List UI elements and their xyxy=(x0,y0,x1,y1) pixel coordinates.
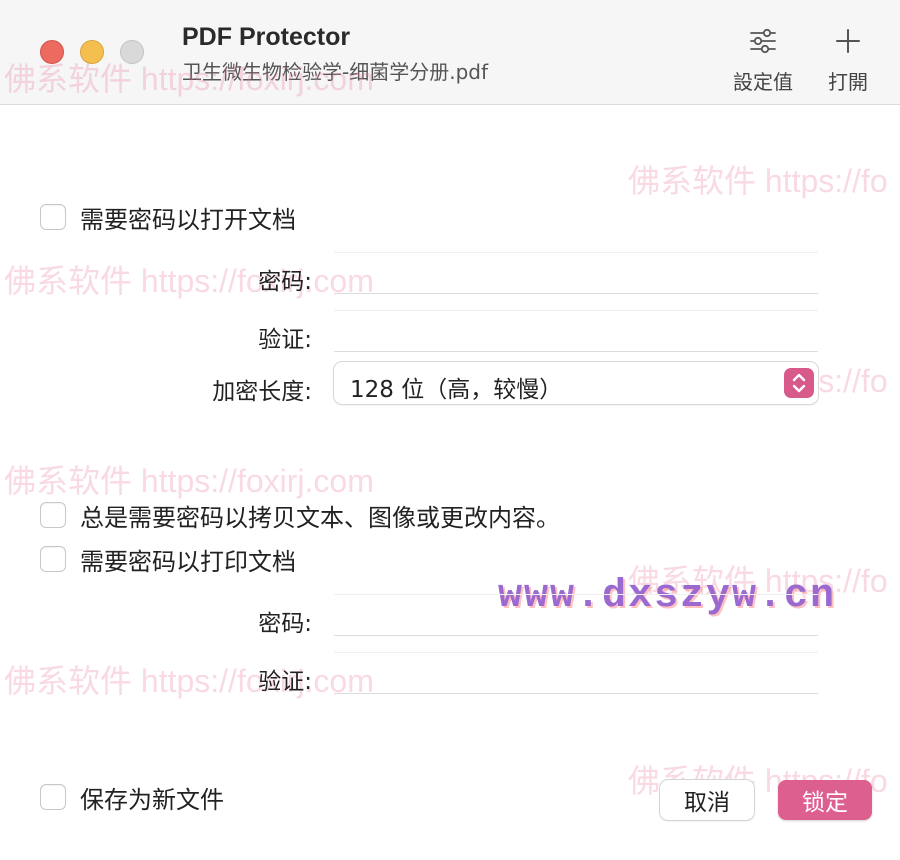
cancel-button[interactable]: 取消 xyxy=(660,780,754,820)
encryption-length-select[interactable]: 128 位（高，较慢） xyxy=(334,362,818,404)
plus-icon xyxy=(836,29,860,53)
sliders-icon xyxy=(750,28,776,54)
select-arrows-icon xyxy=(784,368,814,398)
settings-label: 設定值 xyxy=(733,70,793,94)
encryption-length-value: 128 位（高，较慢） xyxy=(350,377,563,403)
watermark-text: 佛系软件 https://foxirj.com xyxy=(4,263,374,299)
app-title: PDF Protector xyxy=(182,23,351,51)
open-password-input[interactable] xyxy=(334,252,818,294)
save-as-new-file-checkbox[interactable] xyxy=(40,784,66,810)
open-verify-input[interactable] xyxy=(334,310,818,352)
require-open-password-checkbox[interactable] xyxy=(40,204,66,230)
require-copy-password-label: 总是需要密码以拷贝文本、图像或更改内容。 xyxy=(80,503,560,532)
require-copy-password-checkbox[interactable] xyxy=(40,502,66,528)
require-print-password-option[interactable]: 需要密码以打印文档 xyxy=(40,544,296,576)
watermark-text: 佛系软件 https://foxirj.com xyxy=(4,463,374,499)
watermark-text: 佛系软件 https://foxirj.com xyxy=(4,61,374,97)
require-print-password-label: 需要密码以打印文档 xyxy=(80,547,296,576)
print-password-label: 密码: xyxy=(258,611,312,637)
print-verify-input[interactable] xyxy=(334,652,818,694)
require-copy-password-option[interactable]: 总是需要密码以拷贝文本、图像或更改内容。 xyxy=(40,500,560,532)
watermark-text: 佛系软件 https://foxirj.com xyxy=(4,663,374,699)
print-verify-label: 验证: xyxy=(258,669,312,695)
save-as-new-file-label: 保存为新文件 xyxy=(80,785,224,814)
lock-button[interactable]: 锁定 xyxy=(778,780,872,820)
watermark-text: 佛系软件 https://fo xyxy=(628,163,888,199)
open-button[interactable]: 打開 xyxy=(808,24,888,100)
encryption-length-label: 加密长度: xyxy=(212,379,312,405)
require-open-password-option[interactable]: 需要密码以打开文档 xyxy=(40,202,296,234)
require-open-password-label: 需要密码以打开文档 xyxy=(80,205,296,234)
print-password-input[interactable] xyxy=(334,594,818,636)
save-as-new-file-option[interactable]: 保存为新文件 xyxy=(40,782,224,814)
settings-button[interactable]: 設定值 xyxy=(723,24,803,100)
require-print-password-checkbox[interactable] xyxy=(40,546,66,572)
open-verify-label: 验证: xyxy=(258,327,312,353)
open-label: 打開 xyxy=(828,70,868,94)
open-password-label: 密码: xyxy=(258,269,312,295)
